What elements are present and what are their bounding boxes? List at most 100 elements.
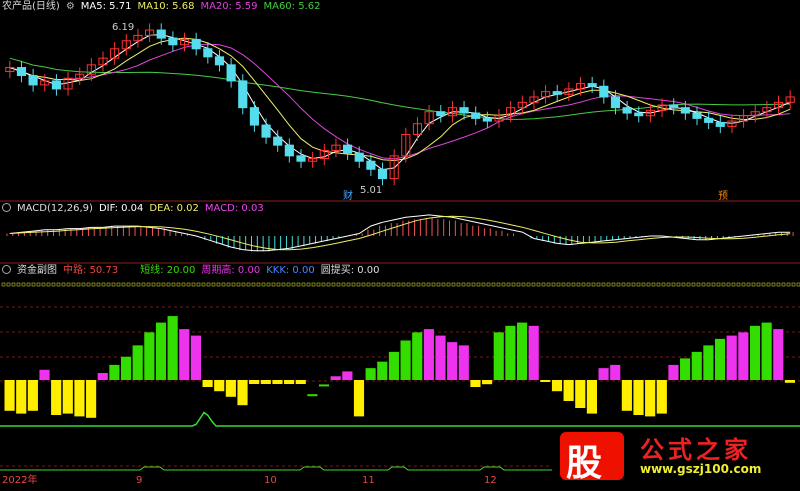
dotted-marker (711, 282, 716, 287)
dotted-marker (146, 282, 151, 287)
dotted-marker (551, 282, 556, 287)
dotted-marker (246, 282, 251, 287)
fund-bar (86, 380, 97, 418)
fund-bar (74, 380, 85, 417)
candle-body (273, 136, 283, 146)
kkk-label: KKK: 0.00 (266, 265, 315, 276)
dotted-marker (626, 282, 631, 287)
fund-bar (784, 380, 795, 383)
dotted-marker (286, 282, 291, 287)
dotted-marker (196, 282, 201, 287)
logo-char: 股 (566, 442, 603, 484)
dotted-marker (6, 282, 11, 287)
dotted-marker (736, 282, 741, 287)
dotted-marker (656, 282, 661, 287)
dotted-marker (496, 282, 501, 287)
dotted-marker (121, 282, 126, 287)
fund-bar (4, 380, 15, 411)
dotted-marker (221, 282, 226, 287)
indicator-toggle-icon[interactable] (2, 203, 11, 212)
indicator-toggle-icon[interactable] (2, 265, 11, 274)
high-marker: 6.19 (112, 22, 135, 33)
candle-body (610, 96, 621, 109)
fund-bar (202, 380, 213, 387)
dotted-marker (406, 282, 411, 287)
ma60-label: MA60: 5.62 (263, 1, 321, 12)
dotted-marker (701, 282, 706, 287)
dotted-marker (46, 282, 51, 287)
dotted-marker (311, 282, 316, 287)
dotted-marker (536, 282, 541, 287)
candle-body (587, 83, 597, 87)
fund-bar (633, 380, 644, 415)
dotted-marker (131, 282, 136, 287)
dotted-marker (336, 282, 341, 287)
dotted-marker (401, 282, 406, 287)
dotted-marker (256, 282, 261, 287)
chart-stage[interactable]: 农产品(日线) ⚙ MA5: 5.71 MA10: 5.68 MA20: 5.5… (0, 0, 800, 487)
logo-url: www.gszj100.com (640, 462, 762, 476)
fund-bar (62, 380, 73, 414)
watermark-logo: 股 公式之家 www.gszj100.com (560, 432, 795, 484)
fund-bar (563, 380, 574, 401)
dotted-marker (16, 282, 21, 287)
dotted-marker (486, 282, 491, 287)
dotted-marker (166, 282, 171, 287)
dotted-marker (781, 282, 786, 287)
dotted-marker (621, 282, 626, 287)
dotted-marker (331, 282, 336, 287)
fund-bar (318, 384, 330, 387)
dotted-marker (546, 282, 551, 287)
dotted-marker (11, 282, 16, 287)
fund-bar (97, 373, 108, 380)
tag-yu[interactable]: 预 (718, 191, 728, 203)
fund-bar (528, 325, 539, 380)
fund-bar (330, 376, 341, 380)
fund-bar (377, 361, 388, 380)
candle-body (599, 85, 609, 98)
tag-cai[interactable]: 财 (343, 191, 353, 203)
gear-icon[interactable]: ⚙ (66, 1, 75, 13)
dotted-marker (761, 282, 766, 287)
dea-label: DEA: 0.02 (149, 203, 199, 214)
candle-body (16, 67, 27, 77)
fund-bar (423, 329, 434, 380)
macd-legend: MACD(12,26,9) DIF: 0.04 DEA: 0.02 MACD: … (2, 203, 264, 215)
candle-body (436, 111, 446, 117)
fund-bar (458, 345, 469, 380)
fund-bar (738, 332, 749, 380)
dotted-marker (216, 282, 221, 287)
dotted-marker (156, 282, 161, 287)
candle-body (343, 144, 353, 154)
fund-bar (120, 356, 132, 380)
dotted-marker (356, 282, 361, 287)
dotted-marker (651, 282, 656, 287)
fund-bar (155, 322, 167, 380)
dotted-marker (201, 282, 206, 287)
dotted-marker (306, 282, 311, 287)
dotted-marker (526, 282, 531, 287)
x-tick-9: 9 (136, 475, 143, 486)
dotted-marker (696, 282, 701, 287)
dotted-marker (596, 282, 601, 287)
dotted-marker (421, 282, 426, 287)
dotted-marker (666, 282, 671, 287)
dotted-marker (61, 282, 66, 287)
fund-bar (51, 380, 62, 415)
ma5-label: MA5: 5.71 (80, 1, 132, 12)
fund-bar (109, 364, 120, 380)
dotted-marker (791, 282, 796, 287)
dotted-marker (716, 282, 721, 287)
candle-body (249, 107, 259, 126)
dotted-marker (241, 282, 246, 287)
candle-body (680, 107, 690, 114)
dotted-marker (341, 282, 346, 287)
dotted-marker (481, 282, 486, 287)
fund-bar (714, 338, 726, 380)
dotted-marker (451, 282, 456, 287)
fund-bar (260, 380, 271, 384)
low-marker: 5.01 (360, 185, 383, 196)
fund-bar (505, 325, 516, 380)
candle-body (203, 48, 213, 58)
dotted-marker (431, 282, 436, 287)
